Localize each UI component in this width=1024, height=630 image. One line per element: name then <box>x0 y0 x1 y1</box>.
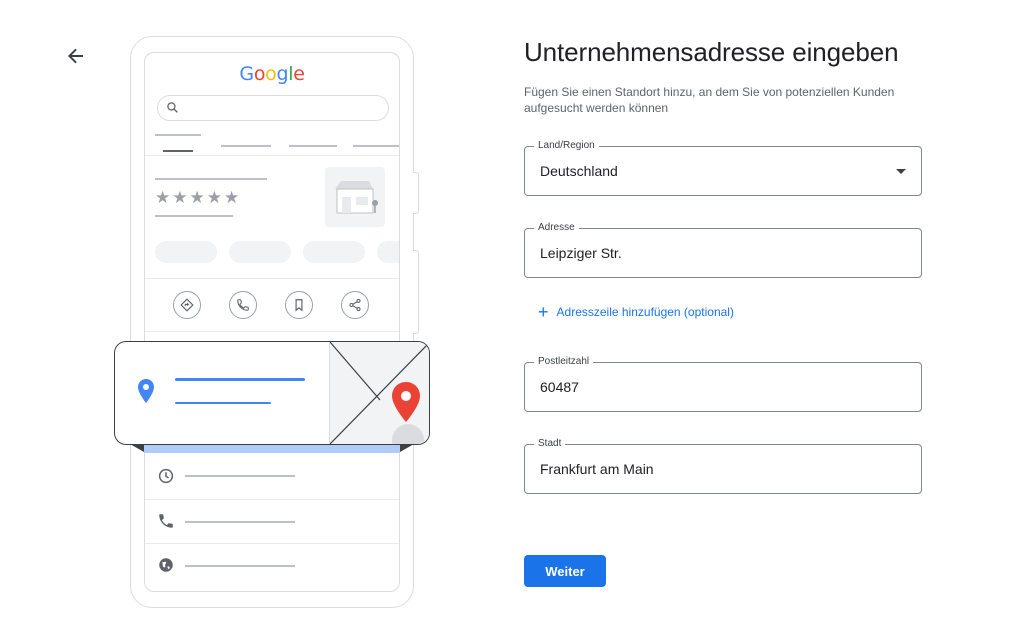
address-highlight-bar <box>144 444 400 453</box>
country-value: Deutschland <box>540 163 618 179</box>
rating-stars: ★★★★★ <box>155 188 242 208</box>
plus-icon: + <box>538 302 549 322</box>
address-line-placeholder <box>175 378 305 381</box>
card-fold-shadow <box>130 444 144 452</box>
divider <box>145 543 399 544</box>
store-icon <box>335 181 378 214</box>
phone-icon <box>157 512 175 530</box>
globe-icon <box>157 556 175 574</box>
tab-line <box>155 134 201 136</box>
divider <box>145 278 399 279</box>
address-value: Leipziger Str. <box>540 245 622 261</box>
logo-letter: G <box>239 63 254 85</box>
text-placeholder-line <box>155 215 233 217</box>
postal-code-value: 60487 <box>540 379 579 395</box>
phone-side-button <box>413 172 419 214</box>
logo-letter: g <box>276 63 289 85</box>
store-thumbnail <box>325 167 385 227</box>
location-pin-icon <box>138 379 154 403</box>
page-title: Unternehmensadresse eingeben <box>524 37 899 67</box>
phone-side-button <box>413 250 419 334</box>
tab-line <box>289 145 337 147</box>
page-subtitle: Fügen Sie einen Standort hinzu, an dem S… <box>524 85 895 115</box>
tab-line <box>353 145 399 147</box>
chip-placeholder <box>229 241 291 263</box>
next-button[interactable]: Weiter <box>524 555 606 587</box>
back-button[interactable] <box>64 44 88 68</box>
phone-icon <box>229 291 257 319</box>
add-address-line-button[interactable]: + Adresszeile hinzufügen (optional) <box>538 302 734 322</box>
logo-letter: o <box>265 63 277 85</box>
card-fold-shadow <box>400 444 414 452</box>
city-label: Stadt <box>534 438 566 450</box>
arrow-left-icon <box>68 48 83 64</box>
divider <box>145 155 399 156</box>
city-value: Frankfurt am Main <box>540 461 654 477</box>
text-placeholder-line <box>185 475 295 477</box>
country-select[interactable]: Land/Region Deutschland <box>524 140 922 196</box>
mini-map <box>329 342 429 444</box>
logo-letter: o <box>253 63 266 85</box>
logo-letter: e <box>293 63 305 85</box>
phone-search-bar <box>157 95 389 121</box>
directions-icon <box>173 291 201 319</box>
add-address-line-label: Adresszeile hinzufügen (optional) <box>556 305 734 319</box>
divider <box>145 499 399 500</box>
postal-code-field[interactable]: Postleitzahl 60487 <box>524 356 922 412</box>
city-field[interactable]: Stadt Frankfurt am Main <box>524 438 922 494</box>
address-line-placeholder <box>175 402 271 404</box>
address-card <box>114 341 430 445</box>
address-field[interactable]: Adresse Leipziger Str. <box>524 222 922 278</box>
share-icon <box>341 291 369 319</box>
google-logo: Google <box>145 63 399 85</box>
chip-placeholder <box>303 241 365 263</box>
text-placeholder-line <box>185 521 295 523</box>
chip-placeholder <box>377 241 399 263</box>
phone-screen: Google ★★★★★ <box>144 52 400 592</box>
dropdown-arrow-icon <box>896 169 906 174</box>
search-icon <box>167 102 178 113</box>
bookmark-icon <box>285 291 313 319</box>
map-pin-icon <box>392 382 420 422</box>
tab-line <box>221 145 271 147</box>
divider <box>145 331 399 332</box>
business-profile-illustration: Google ★★★★★ <box>110 36 434 610</box>
tab-line <box>163 150 193 152</box>
country-label: Land/Region <box>534 140 599 152</box>
chip-placeholder <box>155 241 217 263</box>
text-placeholder-line <box>155 178 267 180</box>
postal-code-label: Postleitzahl <box>534 356 594 368</box>
clock-icon <box>157 467 175 485</box>
text-placeholder-line <box>185 565 295 567</box>
address-label: Adresse <box>534 222 579 234</box>
